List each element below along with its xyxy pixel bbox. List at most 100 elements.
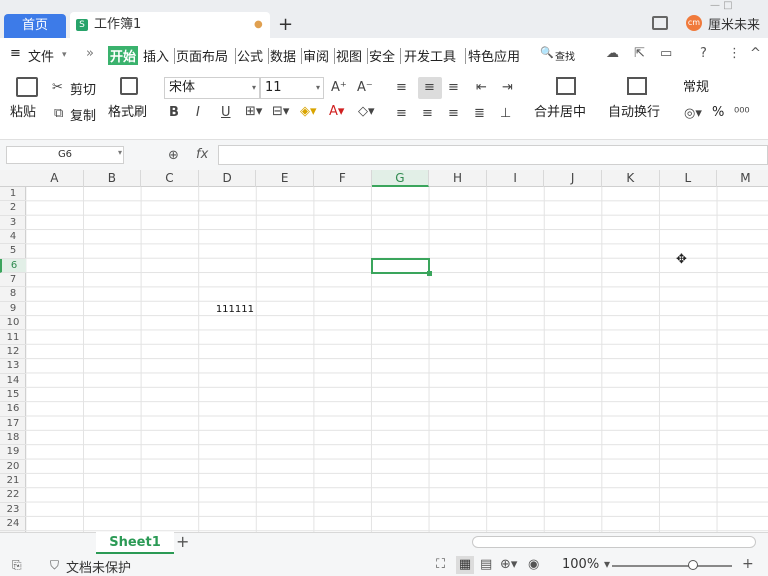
cut-button[interactable]: 剪切	[70, 79, 96, 98]
column-header-k[interactable]: K	[602, 170, 660, 187]
formula-input[interactable]	[218, 145, 768, 165]
column-header-l[interactable]: L	[660, 170, 718, 187]
percent-button[interactable]: %	[712, 105, 724, 120]
row-header-11[interactable]: 11	[0, 331, 26, 345]
row-header-23[interactable]: 23	[0, 503, 26, 518]
eye-protection-icon[interactable]: ◉	[528, 557, 539, 572]
clipboard-icon[interactable]	[16, 77, 38, 97]
collapse-ribbon-icon[interactable]: ^	[750, 46, 761, 61]
cell-area[interactable]	[26, 187, 768, 532]
hamburger-icon[interactable]: ≡	[10, 46, 21, 61]
user-name[interactable]: 厘米未来	[708, 14, 760, 33]
cloud-icon[interactable]: ☁	[606, 46, 619, 61]
row-header-10[interactable]: 10	[0, 316, 26, 331]
row-header-24[interactable]: 24	[0, 517, 26, 532]
cell-d9[interactable]: 111111	[198, 303, 256, 317]
row-header-8[interactable]: 8	[0, 287, 26, 302]
align-left-icon[interactable]: ≡	[396, 106, 407, 122]
decrease-font-icon[interactable]: A⁻	[357, 80, 373, 96]
menu-view[interactable]: 视图	[336, 46, 362, 65]
align-center-icon[interactable]: ≡	[422, 106, 433, 122]
row-header-7[interactable]: 7	[0, 273, 26, 288]
book-icon[interactable]	[652, 16, 668, 30]
row-header-12[interactable]: 12	[0, 345, 26, 360]
scissors-icon[interactable]: ✂	[52, 80, 63, 96]
row-header-17[interactable]: 17	[0, 417, 26, 431]
menu-insert[interactable]: 插入	[143, 46, 169, 65]
menu-file[interactable]: 文件	[28, 46, 54, 65]
new-tab-button[interactable]: +	[278, 14, 293, 36]
zoom-magnifier-icon[interactable]: ⊕	[168, 148, 179, 163]
copy-button[interactable]: 复制	[70, 105, 96, 124]
font-name-select[interactable]: 宋体 ▾	[164, 77, 260, 99]
row-header-13[interactable]: 13	[0, 359, 26, 374]
comment-icon[interactable]: ▭	[660, 46, 672, 61]
justify-icon[interactable]: ≣	[474, 106, 485, 122]
column-header-f[interactable]: F	[314, 170, 372, 187]
format-painter-button[interactable]: 格式刷	[108, 101, 147, 120]
font-size-select[interactable]: 11 ▾	[260, 77, 324, 99]
wrap-text-button[interactable]: 自动换行	[608, 101, 660, 120]
avatar[interactable]: cm	[686, 15, 702, 31]
menu-security[interactable]: 安全	[369, 46, 395, 65]
wrap-text-icon[interactable]	[627, 77, 647, 95]
indent-decrease-icon[interactable]: ⇤	[476, 80, 487, 96]
menu-review[interactable]: 审阅	[303, 46, 329, 65]
column-header-c[interactable]: C	[141, 170, 199, 187]
zoom-level[interactable]: 100%	[562, 557, 599, 572]
merge-center-button[interactable]: 合并居中	[534, 101, 586, 120]
search-icon[interactable]: 🔍	[540, 46, 554, 59]
align-bottom-icon[interactable]: ≡	[448, 80, 459, 96]
zoom-in-icon[interactable]: +	[742, 556, 754, 572]
bold-icon[interactable]: B	[169, 105, 179, 121]
row-header-2[interactable]: 2	[0, 201, 26, 216]
brush-icon[interactable]	[120, 77, 138, 95]
macro-icon[interactable]: ⎘	[12, 558, 22, 573]
menu-start[interactable]: 开始	[108, 46, 139, 65]
increase-font-icon[interactable]: A⁺	[331, 80, 347, 96]
menu-developer[interactable]: 开发工具	[404, 46, 456, 65]
row-header-21[interactable]: 21	[0, 474, 26, 489]
indent-increase-icon[interactable]: ⇥	[502, 80, 513, 96]
row-header-16[interactable]: 16	[0, 402, 26, 417]
column-header-a[interactable]: A	[26, 170, 84, 187]
menu-data[interactable]: 数据	[270, 46, 296, 65]
add-sheet-button[interactable]: +	[176, 532, 189, 552]
merge-cells-icon[interactable]	[556, 77, 576, 95]
zoom-slider-handle[interactable]	[688, 560, 698, 570]
more-chevron-icon[interactable]: »	[86, 46, 94, 61]
align-right-icon[interactable]: ≡	[448, 106, 459, 122]
column-header-j[interactable]: J	[544, 170, 602, 187]
column-header-g[interactable]: G	[371, 170, 430, 187]
distributed-align-icon[interactable]: ⊥	[500, 106, 511, 122]
column-header-b[interactable]: B	[84, 170, 142, 187]
row-header-22[interactable]: 22	[0, 488, 26, 503]
align-top-icon[interactable]: ≡	[396, 80, 407, 96]
more-options-icon[interactable]: ⋮	[728, 46, 741, 61]
column-header-i[interactable]: I	[487, 170, 545, 187]
window-controls[interactable]: — □	[710, 0, 733, 11]
row-header-4[interactable]: 4	[0, 230, 26, 245]
normal-view-icon[interactable]: ▦	[456, 556, 474, 574]
selected-cell-g6[interactable]	[371, 258, 432, 276]
paste-button[interactable]: 粘贴	[10, 101, 36, 120]
align-middle-icon[interactable]: ≡	[424, 80, 435, 96]
number-format-select[interactable]: 常规	[678, 77, 768, 99]
zoom-slider[interactable]	[612, 565, 732, 567]
column-header-m[interactable]: M	[717, 170, 768, 187]
border-icon[interactable]: ⊞▾	[245, 104, 262, 120]
thousands-separator-icon[interactable]: ⁰⁰⁰	[734, 106, 750, 122]
spreadsheet-grid[interactable]: ABCDEFGHIJKLM 1 2 3 4 5 6 7 8 9 10 11 12 13 14 15 16 17 1…	[0, 170, 768, 532]
copy-icon[interactable]: ⧉	[54, 106, 63, 122]
chevron-down-icon[interactable]: ▾	[118, 148, 122, 157]
row-header-15[interactable]: 15	[0, 388, 26, 403]
column-header-h[interactable]: H	[429, 170, 487, 187]
zoom-out-icon[interactable]: ▾	[604, 557, 610, 571]
menu-page-layout[interactable]: 页面布局	[176, 46, 228, 65]
row-header-9[interactable]: 9	[0, 302, 26, 317]
fx-button[interactable]: fx	[196, 147, 208, 162]
sheet-tab-sheet1[interactable]: Sheet1	[96, 532, 174, 554]
help-icon[interactable]: ?	[700, 46, 707, 61]
cell-style-icon[interactable]: ⊟▾	[272, 104, 289, 120]
fullscreen-icon[interactable]: ⛶	[436, 557, 445, 572]
